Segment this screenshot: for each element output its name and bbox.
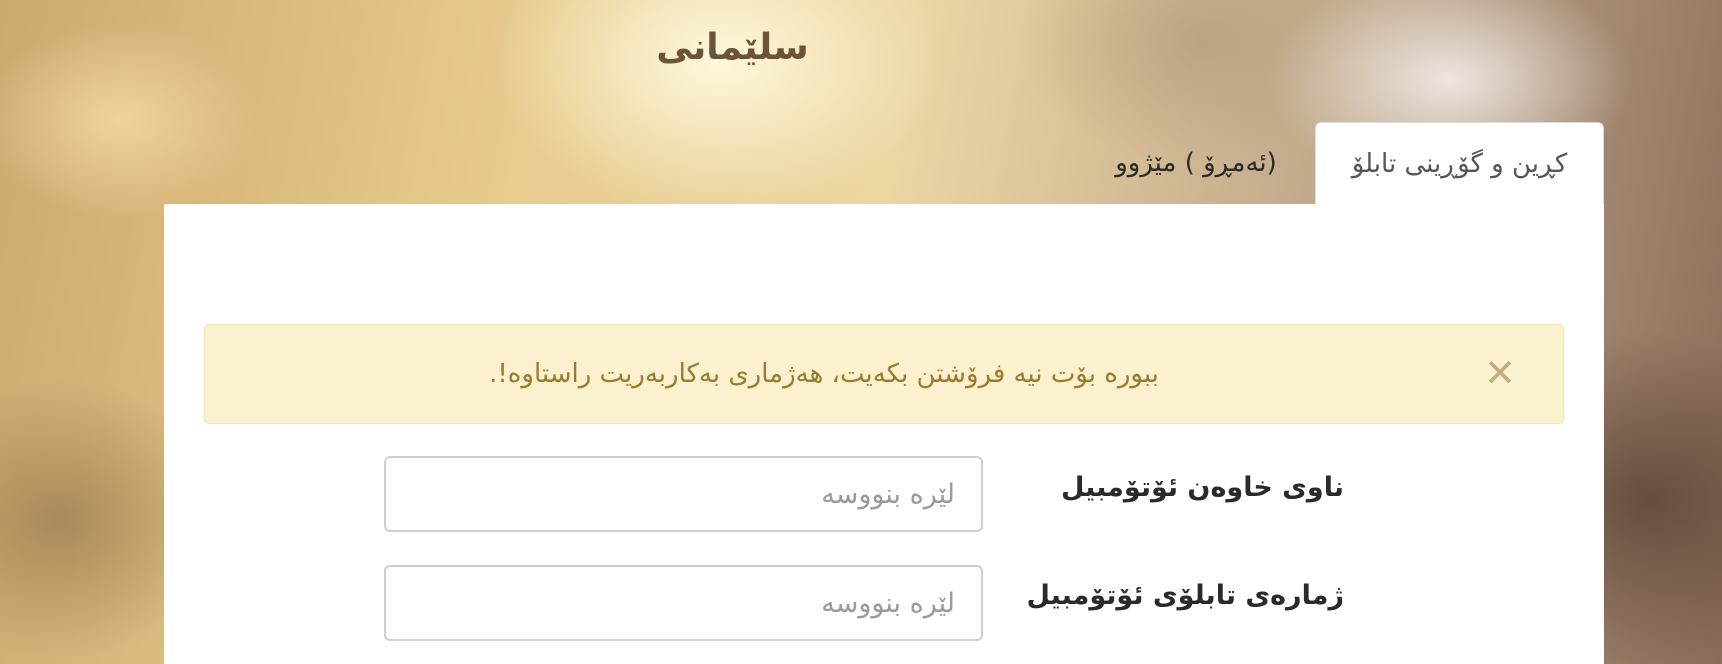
warning-alert: ببورە بۆت نیە فرۆشتن بکەیت، هەژماری بەکا… xyxy=(204,324,1564,424)
close-icon[interactable]: ✕ xyxy=(1480,351,1520,395)
main-panel: ببورە بۆت نیە فرۆشتن بکەیت، هەژماری بەکا… xyxy=(164,204,1604,664)
tab-history-today[interactable]: (ئەمڕۆ ) مێژوو xyxy=(1090,122,1302,204)
tab-buy-sell-plate[interactable]: کڕین و گۆڕینی تابلۆ xyxy=(1315,122,1604,204)
alert-message: ببورە بۆت نیە فرۆشتن بکەیت، هەژماری بەکا… xyxy=(489,359,1159,389)
plate-number-label: ژمارەی تابلۆی ئۆتۆمبیل xyxy=(1026,580,1344,611)
plate-number-input[interactable] xyxy=(384,565,983,641)
page-title: سلێمانی xyxy=(656,27,809,68)
owner-name-input[interactable] xyxy=(384,456,983,532)
owner-name-label: ناوی خاوەن ئۆتۆمبیل xyxy=(1061,472,1344,503)
